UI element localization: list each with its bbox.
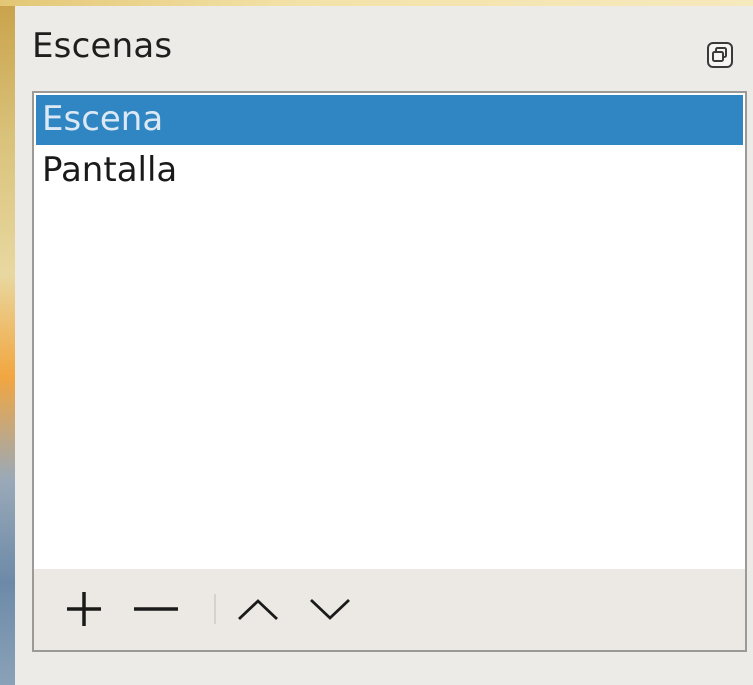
scenes-panel: Escena Pantalla xyxy=(32,91,747,652)
remove-scene-button[interactable] xyxy=(128,581,184,637)
desktop-wallpaper xyxy=(0,0,15,685)
minus-icon xyxy=(134,607,178,611)
undock-icon[interactable] xyxy=(705,40,735,70)
move-scene-down-button[interactable] xyxy=(302,581,358,637)
scene-item-label: Pantalla xyxy=(42,150,178,190)
scenes-dock: Escenas Escena Pantalla xyxy=(15,6,753,685)
chevron-up-icon xyxy=(238,599,278,621)
plus-icon xyxy=(67,592,101,626)
add-scene-button[interactable] xyxy=(56,581,112,637)
scene-toolbar xyxy=(34,569,745,650)
scene-item-label: Escena xyxy=(42,99,164,139)
scene-list[interactable]: Escena Pantalla xyxy=(34,93,745,568)
move-scene-up-button[interactable] xyxy=(230,581,286,637)
dock-title: Escenas xyxy=(32,26,173,66)
chevron-down-icon xyxy=(310,598,350,620)
toolbar-separator xyxy=(214,594,216,624)
scene-item-escena[interactable]: Escena xyxy=(36,95,743,145)
scene-item-pantalla[interactable]: Pantalla xyxy=(34,145,745,195)
